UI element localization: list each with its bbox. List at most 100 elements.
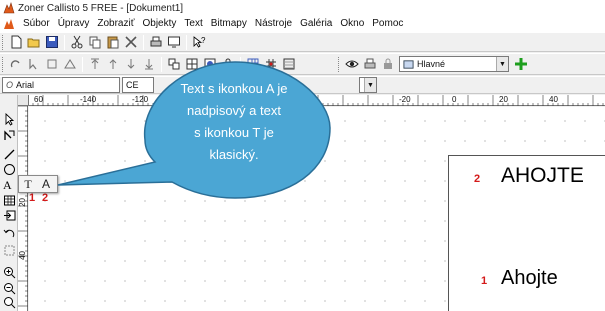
chevron-down-icon[interactable]: ▼ [364, 78, 376, 92]
app-window: Zoner Callisto 5 FREE - [Dokument1] Súbo… [0, 0, 605, 311]
eye-icon[interactable] [344, 56, 360, 72]
layer-icon [403, 59, 414, 69]
node-icon[interactable] [44, 56, 60, 72]
align-top-icon[interactable] [87, 56, 103, 72]
monitor-icon[interactable] [166, 34, 182, 50]
text-toolbar-dropdown[interactable]: ▼ [359, 77, 377, 93]
text-tool-flyout: T A [18, 175, 58, 193]
toolbar-separator [143, 34, 144, 50]
artistic-text-tool-icon[interactable]: A [37, 176, 55, 192]
table-tool-icon[interactable] [2, 193, 16, 207]
open-folder-icon[interactable] [26, 34, 42, 50]
callout-line: nadpisový a text [187, 103, 281, 118]
callout-line: Text s ikonkou A je [180, 81, 288, 96]
menu-tools[interactable]: Nástroje [251, 16, 296, 32]
group-icon[interactable] [166, 56, 182, 72]
ellipse-tool-icon[interactable] [2, 162, 16, 176]
pointer-tool-icon[interactable] [26, 56, 42, 72]
move-up-icon[interactable] [105, 56, 121, 72]
svg-text:A: A [3, 178, 12, 191]
vertical-ruler: 20 40 [18, 106, 28, 311]
snap-grid-icon[interactable] [263, 56, 279, 72]
mirror-icon[interactable] [62, 56, 78, 72]
encoding-select[interactable]: CE [122, 77, 154, 93]
annotation-two-flyout: 2 [42, 192, 49, 204]
ruler-label: 20 [18, 198, 27, 207]
menu-view[interactable]: Zobraziť [93, 16, 138, 32]
chevron-down-icon[interactable]: ▼ [496, 57, 508, 71]
text-tool-icon[interactable]: A [2, 177, 16, 191]
toolbar-grip[interactable] [2, 56, 5, 72]
grid-icon[interactable] [245, 56, 261, 72]
paste-icon[interactable] [105, 34, 121, 50]
annotation-two: 2 [474, 173, 481, 185]
callout-line: s ikonkou T je [194, 125, 274, 140]
arrange-toolbar: Hlavné ▼ [0, 53, 605, 75]
menu-edit[interactable]: Úpravy [54, 16, 94, 32]
lock-icon[interactable] [220, 56, 236, 72]
ruler-label: 40 [549, 95, 558, 104]
delete-icon[interactable] [123, 34, 139, 50]
menu-bar: Súbor Úpravy Zobraziť Objekty Text Bitma… [0, 16, 605, 32]
zoom-out-icon[interactable] [2, 281, 16, 295]
ungroup-icon[interactable] [184, 56, 200, 72]
pick-tool-icon[interactable] [2, 112, 16, 126]
svg-text:?: ? [201, 36, 206, 45]
menu-text[interactable]: Text [180, 16, 206, 32]
redo-icon[interactable] [8, 56, 24, 72]
undo-tool-icon[interactable] [2, 226, 16, 240]
plain-text-tool-icon[interactable]: T [19, 176, 37, 192]
image-object-icon[interactable] [202, 56, 218, 72]
ruler-label: -20 [399, 95, 411, 104]
document-system-icon[interactable] [3, 18, 15, 30]
layer-lock-icon[interactable] [380, 56, 396, 72]
ruler-label: 20 [499, 95, 508, 104]
font-name-select[interactable]: O Arial [2, 77, 120, 93]
menu-objects[interactable]: Objekty [138, 16, 180, 32]
toolbar-grip[interactable] [2, 34, 5, 50]
printer-small-icon[interactable] [362, 56, 378, 72]
heading-text-object[interactable]: AHOJTE [501, 164, 584, 188]
zoom-fit-icon[interactable] [2, 295, 16, 309]
toolbar-grip[interactable] [338, 56, 341, 72]
toolbar-separator [64, 34, 65, 50]
new-document-icon[interactable] [8, 34, 24, 50]
menu-bitmaps[interactable]: Bitmapy [207, 16, 251, 32]
toolbar-separator [240, 56, 241, 72]
toolbox: A [0, 95, 18, 311]
regular-text-object[interactable]: Ahojte [501, 267, 558, 290]
ruler-label: -120 [132, 95, 149, 104]
shape-tool-icon[interactable] [2, 128, 16, 142]
menu-gallery[interactable]: Galéria [296, 16, 336, 32]
annotation-one: 1 [481, 275, 488, 287]
callout-text: Text s ikonkou A je nadpisový a text s i… [162, 78, 306, 166]
menu-window[interactable]: Okno [336, 16, 368, 32]
title-bar: Zoner Callisto 5 FREE - [Dokument1] [0, 0, 605, 16]
context-help-icon[interactable]: ? [191, 34, 207, 50]
layer-select[interactable]: Hlavné ▼ [399, 56, 509, 72]
move-down-icon[interactable] [123, 56, 139, 72]
ruler-ticks [18, 106, 28, 307]
menu-file[interactable]: Súbor [19, 16, 54, 32]
save-icon[interactable] [44, 34, 60, 50]
insert-tool-icon[interactable] [2, 208, 16, 222]
guidelines-icon[interactable] [281, 56, 297, 72]
ruler-corner[interactable] [18, 95, 29, 106]
align-bottom-icon[interactable] [141, 56, 157, 72]
layer-select-value: Hlavné [417, 59, 446, 69]
line-tool-icon[interactable] [2, 147, 16, 161]
toolbar-separator [82, 56, 83, 72]
cut-icon[interactable] [69, 34, 85, 50]
crop-tool-icon[interactable] [2, 243, 16, 257]
annotation-one-flyout: 1 [29, 192, 36, 204]
ruler-label: 60 [34, 95, 43, 104]
add-layer-icon[interactable] [513, 56, 529, 72]
print-icon[interactable] [148, 34, 164, 50]
font-type-icon: O [6, 80, 14, 90]
menu-help[interactable]: Pomoc [368, 16, 407, 32]
ruler-label: -140 [80, 95, 97, 104]
zoom-in-icon[interactable] [2, 265, 16, 279]
toolbar-separator [161, 56, 162, 72]
callout-line: klasický. [209, 147, 259, 162]
copy-icon[interactable] [87, 34, 103, 50]
